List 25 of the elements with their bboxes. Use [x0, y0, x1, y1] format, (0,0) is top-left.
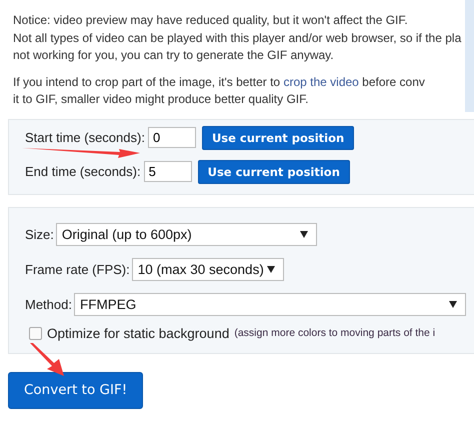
caret-icon: [300, 230, 308, 238]
notice-text: not working for you, you can try to generate the GIF anyway.: [13, 47, 335, 64]
time-input[interactable]: 5: [144, 161, 192, 182]
option-label: Frame rate (FPS):: [25, 262, 130, 276]
notice-text: Not all types of video can be played with this player and/or web browser, so if the pla: [13, 30, 462, 46]
option-label: Size:: [25, 226, 54, 242]
option-label: Method:: [25, 296, 72, 312]
field-label: End time (seconds):: [25, 164, 141, 179]
tip-text: it to GIF, smaller video might produce better quality GIF.: [13, 91, 310, 108]
time-input[interactable]: 0: [148, 127, 196, 148]
option-note: (assign more colors to moving parts of the i: [234, 327, 436, 339]
crop-video-link[interactable]: crop the video: [283, 74, 359, 88]
notice-text: Notice: video preview may have reduced quality, but it won't affect the GIF.: [13, 12, 409, 29]
field-label: Start time (seconds):: [25, 130, 145, 145]
select-dropdown[interactable]: Original (up to 600px): [56, 222, 317, 246]
checkbox-label: Optimize for static background: [47, 326, 230, 340]
caret-icon: [266, 266, 275, 272]
use-position-button[interactable]: Use current position: [202, 126, 354, 150]
select-dropdown[interactable]: FFMPEG: [74, 292, 466, 316]
caret-icon: [448, 300, 457, 308]
select-dropdown[interactable]: 10 (max 30 seconds): [132, 258, 284, 280]
convert-button[interactable]: Convert to GIF!: [8, 372, 144, 408]
checkbox[interactable]: [29, 326, 42, 340]
use-position-button[interactable]: Use current position: [198, 160, 350, 184]
annotation-arrow: [30, 343, 64, 376]
